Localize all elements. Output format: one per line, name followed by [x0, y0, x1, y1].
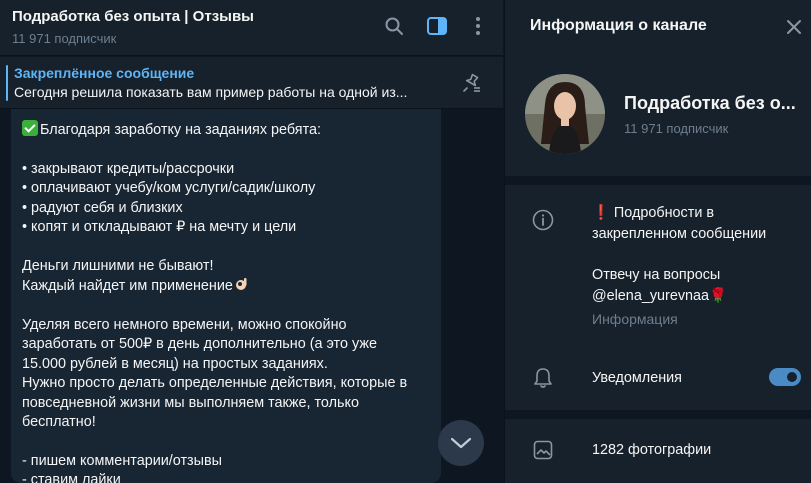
chat-header[interactable]: Подработка без опыта | Отзывы 11 971 под… — [0, 0, 503, 56]
info-panel-title: Информация о канале — [530, 17, 707, 34]
bell-icon — [531, 366, 555, 390]
channel-name: Подработка без о... — [624, 93, 796, 113]
chat-area: Подработка без опыта | Отзывы 11 971 под… — [0, 0, 503, 483]
description-label: Информация — [592, 311, 678, 327]
sidebar-toggle-icon[interactable] — [423, 12, 451, 40]
exclamation-mark: ❗ — [592, 205, 610, 221]
check-mark-icon — [22, 120, 38, 136]
chat-subscriber-count: 11 971 подписчик — [12, 31, 117, 46]
message-bubble[interactable]: Благодаря заработку на заданиях ребята: … — [11, 109, 441, 483]
info-icon — [531, 208, 555, 232]
channel-description[interactable]: ❗ Подробности в закрепленном сообщении О… — [592, 203, 802, 307]
message-line-1: Деньги лишними не бывают! — [22, 257, 214, 274]
divider — [505, 410, 811, 419]
pinned-message-bar[interactable]: Закреплённое сообщение Сегодня решила по… — [0, 57, 503, 109]
channel-subscribers: 11 971 подписчик — [624, 121, 729, 136]
photo-icon — [531, 438, 555, 462]
message-list: - пишем комментарии/отзывы - ставим лайк… — [22, 452, 222, 483]
channel-description-text: Подробности в закрепленном сообщении Отв… — [592, 205, 767, 304]
message-text: Благодаря заработку на заданиях ребята: … — [22, 120, 432, 483]
scroll-down-button[interactable] — [438, 420, 484, 466]
message-intro: Благодаря заработку на заданиях ребята: — [40, 122, 322, 138]
photos-link[interactable]: 1282 фотографии — [592, 442, 711, 458]
notifications-label: Уведомления — [592, 370, 682, 386]
divider — [505, 176, 811, 185]
pinned-message-text: Сегодня решила показать вам пример работ… — [14, 84, 408, 100]
search-icon[interactable] — [380, 12, 408, 40]
message-bullets: • закрывают кредиты/рассрочки • оплачива… — [22, 160, 316, 236]
more-vertical-icon[interactable] — [464, 12, 492, 40]
toggle-knob — [785, 370, 799, 384]
channel-info-panel: Информация о канале Подработка без о... … — [504, 0, 811, 483]
pinned-indicator — [6, 65, 8, 101]
chat-title[interactable]: Подработка без опыта | Отзывы — [12, 8, 254, 25]
chevron-down-icon — [450, 437, 472, 449]
notifications-toggle[interactable] — [769, 368, 801, 386]
pinned-message-title: Закреплённое сообщение — [14, 65, 195, 81]
close-icon[interactable] — [781, 14, 807, 40]
message-line-2: Каждый найдет им применение — [22, 278, 233, 295]
message-paragraph: Уделяя всего немного времени, можно спок… — [22, 317, 408, 431]
ok-hand-icon — [235, 278, 247, 291]
channel-avatar[interactable] — [525, 74, 605, 154]
pin-list-icon[interactable] — [458, 70, 484, 96]
